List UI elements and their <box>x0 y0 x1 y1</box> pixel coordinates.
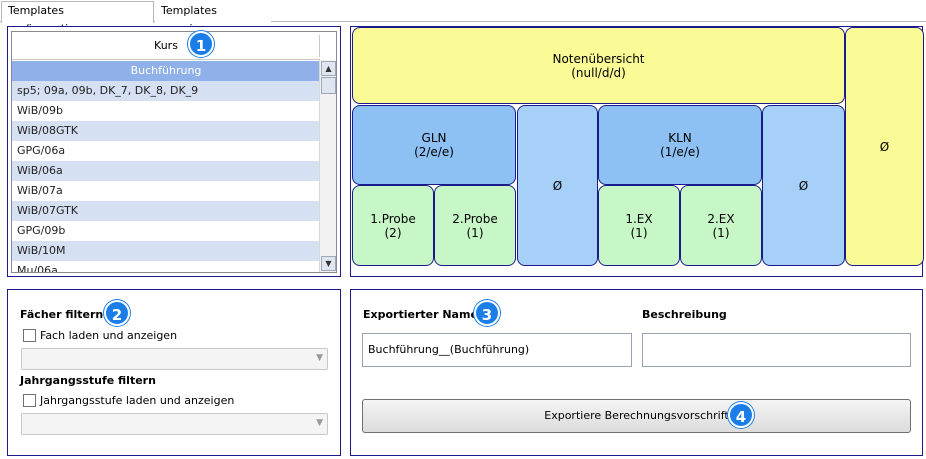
list-item[interactable]: WiB/10M <box>12 241 320 261</box>
node-title: 1.Probe <box>370 211 416 226</box>
chevron-down-icon: ▼ <box>316 418 323 428</box>
description-label: Beschreibung <box>642 308 727 321</box>
export-button-label: Exportiere Berechnungsvorschrift <box>544 409 729 422</box>
list-item[interactable]: WiB/06a <box>12 161 320 181</box>
column-separator <box>319 35 320 57</box>
node-notenuebersicht[interactable]: Notenübersicht (null/d/d) <box>352 27 845 104</box>
chevron-down-icon: ▼ <box>316 353 323 363</box>
year-select[interactable]: ▼ <box>21 413 328 435</box>
course-column-header-label: Kurs <box>154 39 178 52</box>
node-probe-1[interactable]: 1.Probe (2) <box>352 185 434 266</box>
node-kln[interactable]: KLN (1/e/e) <box>598 105 762 185</box>
node-title: 2.Probe <box>452 211 498 226</box>
year-checkbox-label[interactable]: Jahrgangsstufe laden und anzeigen <box>40 394 234 407</box>
node-sub: (1) <box>630 225 648 240</box>
list-item[interactable]: WiB/07GTK <box>12 201 320 221</box>
subject-filter-title: Fächer filtern <box>20 308 104 321</box>
scroll-down-icon[interactable]: ▼ <box>321 256 336 271</box>
list-item[interactable]: GPG/09b <box>12 221 320 241</box>
node-ex-1[interactable]: 1.EX (1) <box>598 185 680 266</box>
year-checkbox[interactable] <box>23 394 36 407</box>
avg-symbol: Ø <box>552 178 563 193</box>
list-item[interactable]: WiB/09b <box>12 101 320 121</box>
node-title: Notenübersicht <box>552 51 645 66</box>
node-gln[interactable]: GLN (2/e/e) <box>352 105 516 185</box>
node-avg-gln[interactable]: Ø <box>517 105 598 266</box>
node-sub: (1) <box>466 225 484 240</box>
subject-select[interactable]: ▼ <box>21 348 328 370</box>
node-sub: (2) <box>384 225 402 240</box>
badge-1: 1 <box>188 31 214 57</box>
export-name-label: Exportierter Name <box>363 308 478 321</box>
course-list[interactable]: Kurs Buchführung sp5; 09a, 09b, DK_7, DK… <box>11 31 337 273</box>
course-column-header[interactable]: Kurs <box>12 32 320 60</box>
export-name-input[interactable]: Buchführung__(Buchführung) <box>362 333 632 367</box>
node-avg-kln[interactable]: Ø <box>762 105 845 266</box>
description-input[interactable] <box>642 333 911 367</box>
subject-checkbox-label[interactable]: Fach laden und anzeigen <box>40 329 177 342</box>
tab-templates-assign[interactable]: Templates zuweisen <box>155 2 271 35</box>
node-ex-2[interactable]: 2.EX (1) <box>680 185 762 266</box>
list-item[interactable]: WiB/08GTK <box>12 121 320 141</box>
badge-2: 2 <box>104 300 130 326</box>
scroll-up-icon[interactable]: ▲ <box>321 61 336 76</box>
node-sub: (1) <box>712 225 730 240</box>
list-item[interactable]: sp5; 09a, 09b, DK_7, DK_8, DK_9 <box>12 81 320 101</box>
year-filter-title: Jahrgangsstufe filtern <box>20 374 156 387</box>
node-title: GLN <box>421 131 447 145</box>
avg-symbol: Ø <box>879 139 890 154</box>
node-title: KLN <box>668 131 692 145</box>
node-sub: (1/e/e) <box>660 145 700 159</box>
badge-4: 4 <box>728 402 754 428</box>
list-item[interactable]: WiB/07a <box>12 181 320 201</box>
node-probe-2[interactable]: 2.Probe (1) <box>434 185 516 266</box>
list-item[interactable]: Mu/06a <box>12 261 320 272</box>
avg-symbol: Ø <box>798 178 809 193</box>
scroll-thumb[interactable] <box>321 77 336 94</box>
tab-bar: Templates ex-/importieren Templates zuwe… <box>0 0 926 35</box>
list-item[interactable]: Buchführung <box>12 61 320 81</box>
tab-templates-import-export[interactable]: Templates ex-/importieren <box>1 1 154 35</box>
badge-3: 3 <box>474 300 500 326</box>
export-calculation-button[interactable]: Exportiere Berechnungsvorschrift <box>362 399 911 433</box>
node-sub: (2/e/e) <box>414 145 454 159</box>
node-title: 2.EX <box>707 211 735 226</box>
subject-checkbox[interactable] <box>23 329 36 342</box>
list-item[interactable]: GPG/06a <box>12 141 320 161</box>
node-avg-total[interactable]: Ø <box>845 27 924 266</box>
node-title: 1.EX <box>625 211 653 226</box>
course-list-scrollbar[interactable]: ▲ ▼ <box>319 60 336 272</box>
node-sub: (null/d/d) <box>571 65 626 80</box>
